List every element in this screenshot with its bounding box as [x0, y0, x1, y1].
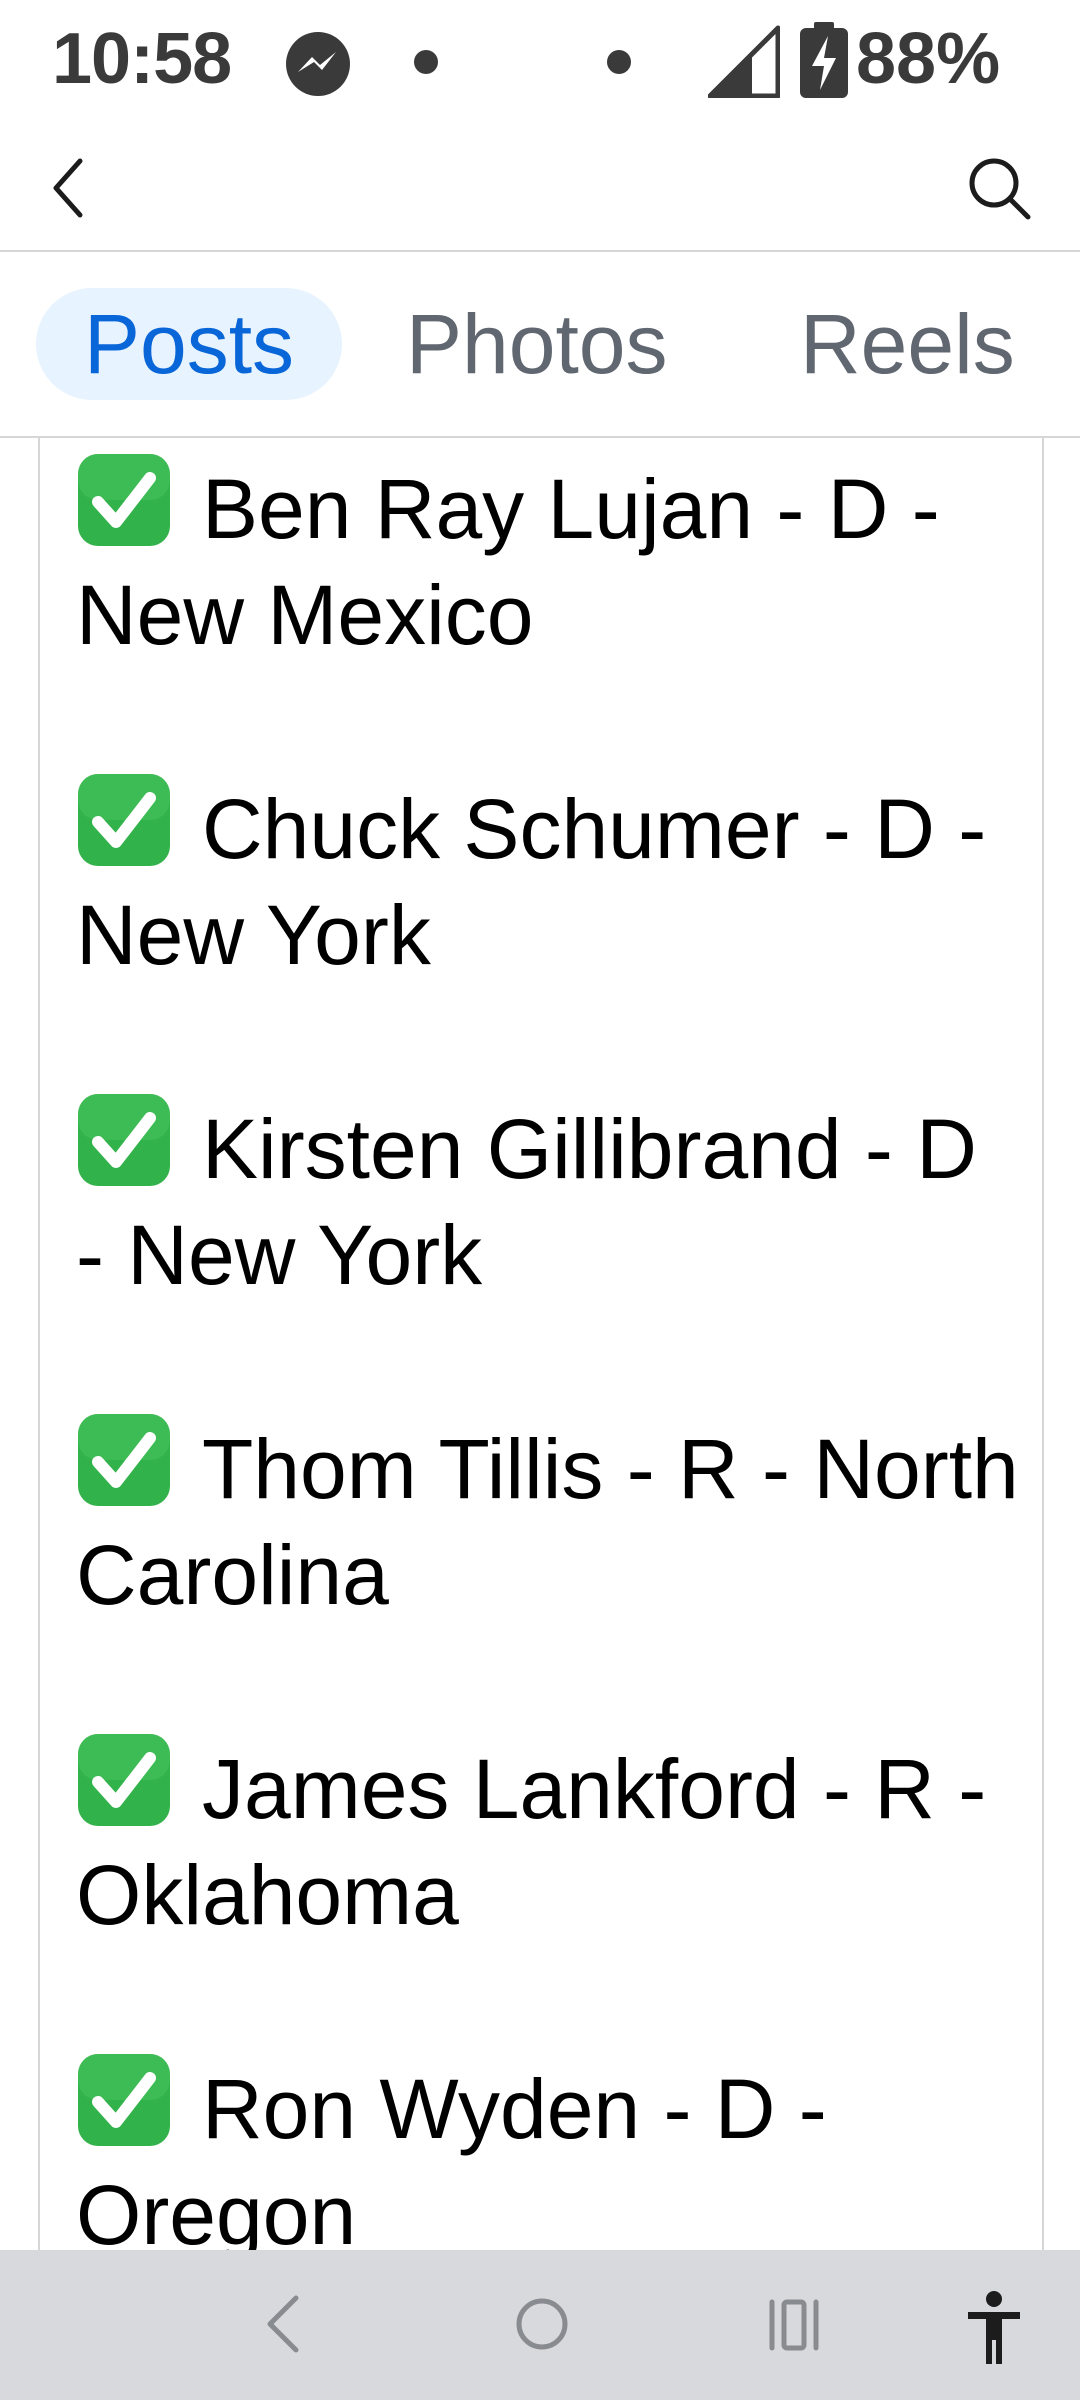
battery-level: 88% — [856, 19, 1001, 99]
check-mark-icon — [78, 1094, 170, 1186]
tab-photos[interactable]: Photos — [406, 288, 668, 400]
list-item-text: Thom Tillis - R - North Carolina — [76, 1422, 1019, 1622]
list-item: Kirsten Gillibrand - D - New York — [76, 1092, 1026, 1308]
tab-reels[interactable]: Reels — [800, 288, 1015, 400]
home-icon[interactable] — [514, 2296, 570, 2352]
check-mark-icon — [78, 1414, 170, 1506]
list-item-text: James Lankford - R - Oklahoma — [76, 1742, 987, 1942]
signal-icon — [708, 25, 780, 98]
tab-posts[interactable]: Posts — [36, 288, 342, 400]
accessibility-icon[interactable] — [964, 2290, 1024, 2366]
list-item: Thom Tillis - R - North Carolina — [76, 1412, 1026, 1628]
post-card: Ben Ray Lujan - D - New Mexico Chuck Sch… — [38, 438, 1044, 2250]
list-item: James Lankford - R - Oklahoma — [76, 1732, 1026, 1948]
back-icon[interactable] — [260, 2292, 308, 2356]
list-item-text: Kirsten Gillibrand - D - New York — [76, 1102, 977, 1302]
check-mark-icon — [78, 1734, 170, 1826]
check-mark-icon — [78, 2054, 170, 2146]
check-mark-icon — [78, 454, 170, 546]
notification-dot — [414, 50, 438, 74]
status-time: 10:58 — [52, 19, 232, 99]
back-icon[interactable] — [44, 155, 104, 221]
recents-icon[interactable] — [766, 2296, 822, 2354]
check-mark-icon — [78, 774, 170, 866]
post-text-list: Ben Ray Lujan - D - New Mexico Chuck Sch… — [76, 452, 1026, 2250]
notification-dot — [607, 50, 631, 74]
search-icon[interactable] — [966, 155, 1032, 221]
profile-tabs: Posts Photos Reels — [0, 252, 1080, 438]
battery-charging-icon — [800, 22, 848, 98]
list-item-text: Chuck Schumer - D - New York — [76, 782, 987, 982]
list-item-text: Ron Wyden - D - Oregon — [76, 2062, 827, 2250]
status-bar: 10:58 88% — [0, 0, 1080, 125]
list-item: Chuck Schumer - D - New York — [76, 772, 1026, 988]
messenger-icon — [286, 32, 350, 96]
list-item: Ron Wyden - D - Oregon — [76, 2052, 1026, 2250]
list-item-text: Ben Ray Lujan - D - New Mexico — [76, 462, 940, 662]
list-item: Ben Ray Lujan - D - New Mexico — [76, 452, 1026, 668]
system-nav-bar — [0, 2250, 1080, 2400]
app-bar — [0, 125, 1080, 252]
